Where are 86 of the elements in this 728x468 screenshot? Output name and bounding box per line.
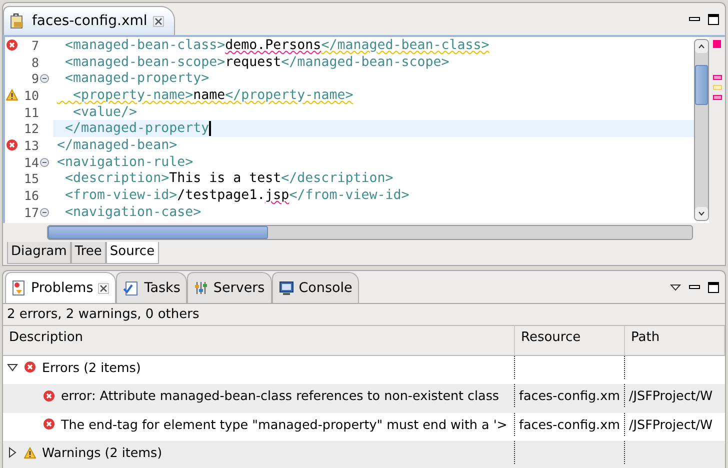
xml-tag: <description> [57,171,170,186]
xml-tag: </property-name> [225,88,354,103]
line-number: 13 [22,138,39,153]
path-cell: /JSFProject/W [629,388,713,404]
xml-tag: </managed-bean> [57,138,178,153]
xml-text: jsp [265,188,290,204]
problem-row[interactable]: error: Attribute managed-bean-class references to non-existent class faces-config.xm /JSFProject/W [3,384,725,413]
page-tab[interactable]: Diagram [7,242,71,264]
xml-tag: </from-view-id> [289,188,410,204]
xml-tag: <managed-property> [57,71,210,86]
problem-description: error: Attribute managed-bean-class references to non-existent class [61,388,500,404]
collapse-arrow-icon[interactable] [7,447,18,458]
line-number: 16 [22,188,39,204]
xml-text: This is a test [169,171,282,186]
problems-summary: 2 errors, 2 warnings, 0 others [7,307,200,322]
xml-tag: <property-name> [57,88,194,103]
path-cell: /JSFProject/W [629,416,713,432]
warning-icon [6,89,18,102]
xml-text: request [225,54,282,70]
resource-cell: faces-config.xm [519,388,620,404]
problem-description: The end-tag for element type "managed-property" must end with a '> [61,416,508,432]
text-cursor [209,121,211,136]
xml-tag: <managed-bean-class> [57,38,226,53]
monitor-icon [278,280,294,296]
line-number: 11 [22,104,39,120]
warning-icon [24,446,36,459]
minimize-icon[interactable] [689,16,700,22]
maximize-icon[interactable] [708,282,719,292]
minimize-icon[interactable] [689,284,700,290]
group-label: Warnings (2 items) [42,445,162,460]
line-number: 9 [30,71,39,86]
resource-cell: faces-config.xm [519,416,620,432]
xml-tag: </managed-bean-scope> [281,54,450,70]
xml-tag: </managed-bean-class> [321,38,490,53]
column-header[interactable]: Description [9,330,84,345]
scroll-thumb[interactable] [695,65,708,105]
xml-text: name [193,88,226,103]
clipboard-icon [123,280,140,296]
editor-tab[interactable]: faces-config.xml [3,6,176,35]
xml-tag: <managed-bean-scope> [57,54,226,70]
xml-tag: <navigation-case> [57,204,202,220]
fold-icon[interactable] [40,208,48,217]
sliders-icon [194,281,208,295]
xml-text: /testpage1. [177,188,266,204]
line-number: 7 [30,38,39,53]
fold-icon[interactable] [40,74,48,84]
xml-text: demo.Persons [225,38,322,53]
xml-tag: <value/> [57,104,138,120]
group-label: Errors (2 items) [42,360,141,375]
view-tab[interactable]: Servers [187,272,272,303]
line-number: 12 [22,121,39,136]
file-icon [10,13,26,29]
view-tab[interactable]: Problems [5,272,116,303]
xml-tag: <navigation-rule> [57,154,194,170]
scroll-down-icon[interactable] [698,211,705,216]
overview-mark[interactable] [712,75,722,80]
group-row[interactable]: Warnings (2 items) [3,441,725,468]
xml-tag: </description> [281,171,394,186]
xml-tag: <from-view-id> [57,188,178,204]
fold-icon[interactable] [40,158,48,167]
overview-mark[interactable] [712,95,722,100]
error-icon [43,418,55,430]
horizontal-scrollbar[interactable] [47,224,693,240]
line-number: 8 [30,54,39,70]
view-tab[interactable]: Console [272,272,360,303]
view-menu-icon[interactable] [670,284,681,290]
scroll-up-icon[interactable] [698,44,705,49]
vertical-scrollbar[interactable] [694,39,709,221]
problems-icon [12,280,26,296]
line-number: 17 [22,204,39,220]
scroll-thumb[interactable] [48,226,268,238]
page-tab[interactable]: Tree [70,242,106,264]
column-header[interactable]: Path [631,330,660,345]
line-number: 14 [22,154,39,170]
problem-row[interactable]: The end-tag for element type "managed-property" must end with a '> faces-config.xm /JSFProject/W [3,412,725,442]
line-number: 15 [22,171,39,186]
page-tab[interactable]: Source [106,242,159,264]
group-row[interactable]: Errors (2 items) [3,356,725,384]
line-number: 10 [22,88,39,103]
error-icon [43,390,55,402]
expand-arrow-icon[interactable] [7,362,18,373]
close-icon[interactable] [153,16,164,26]
view-tab[interactable]: Tasks [116,272,188,303]
error-icon [24,361,36,374]
maximize-icon[interactable] [708,14,719,24]
close-icon[interactable] [98,282,110,294]
